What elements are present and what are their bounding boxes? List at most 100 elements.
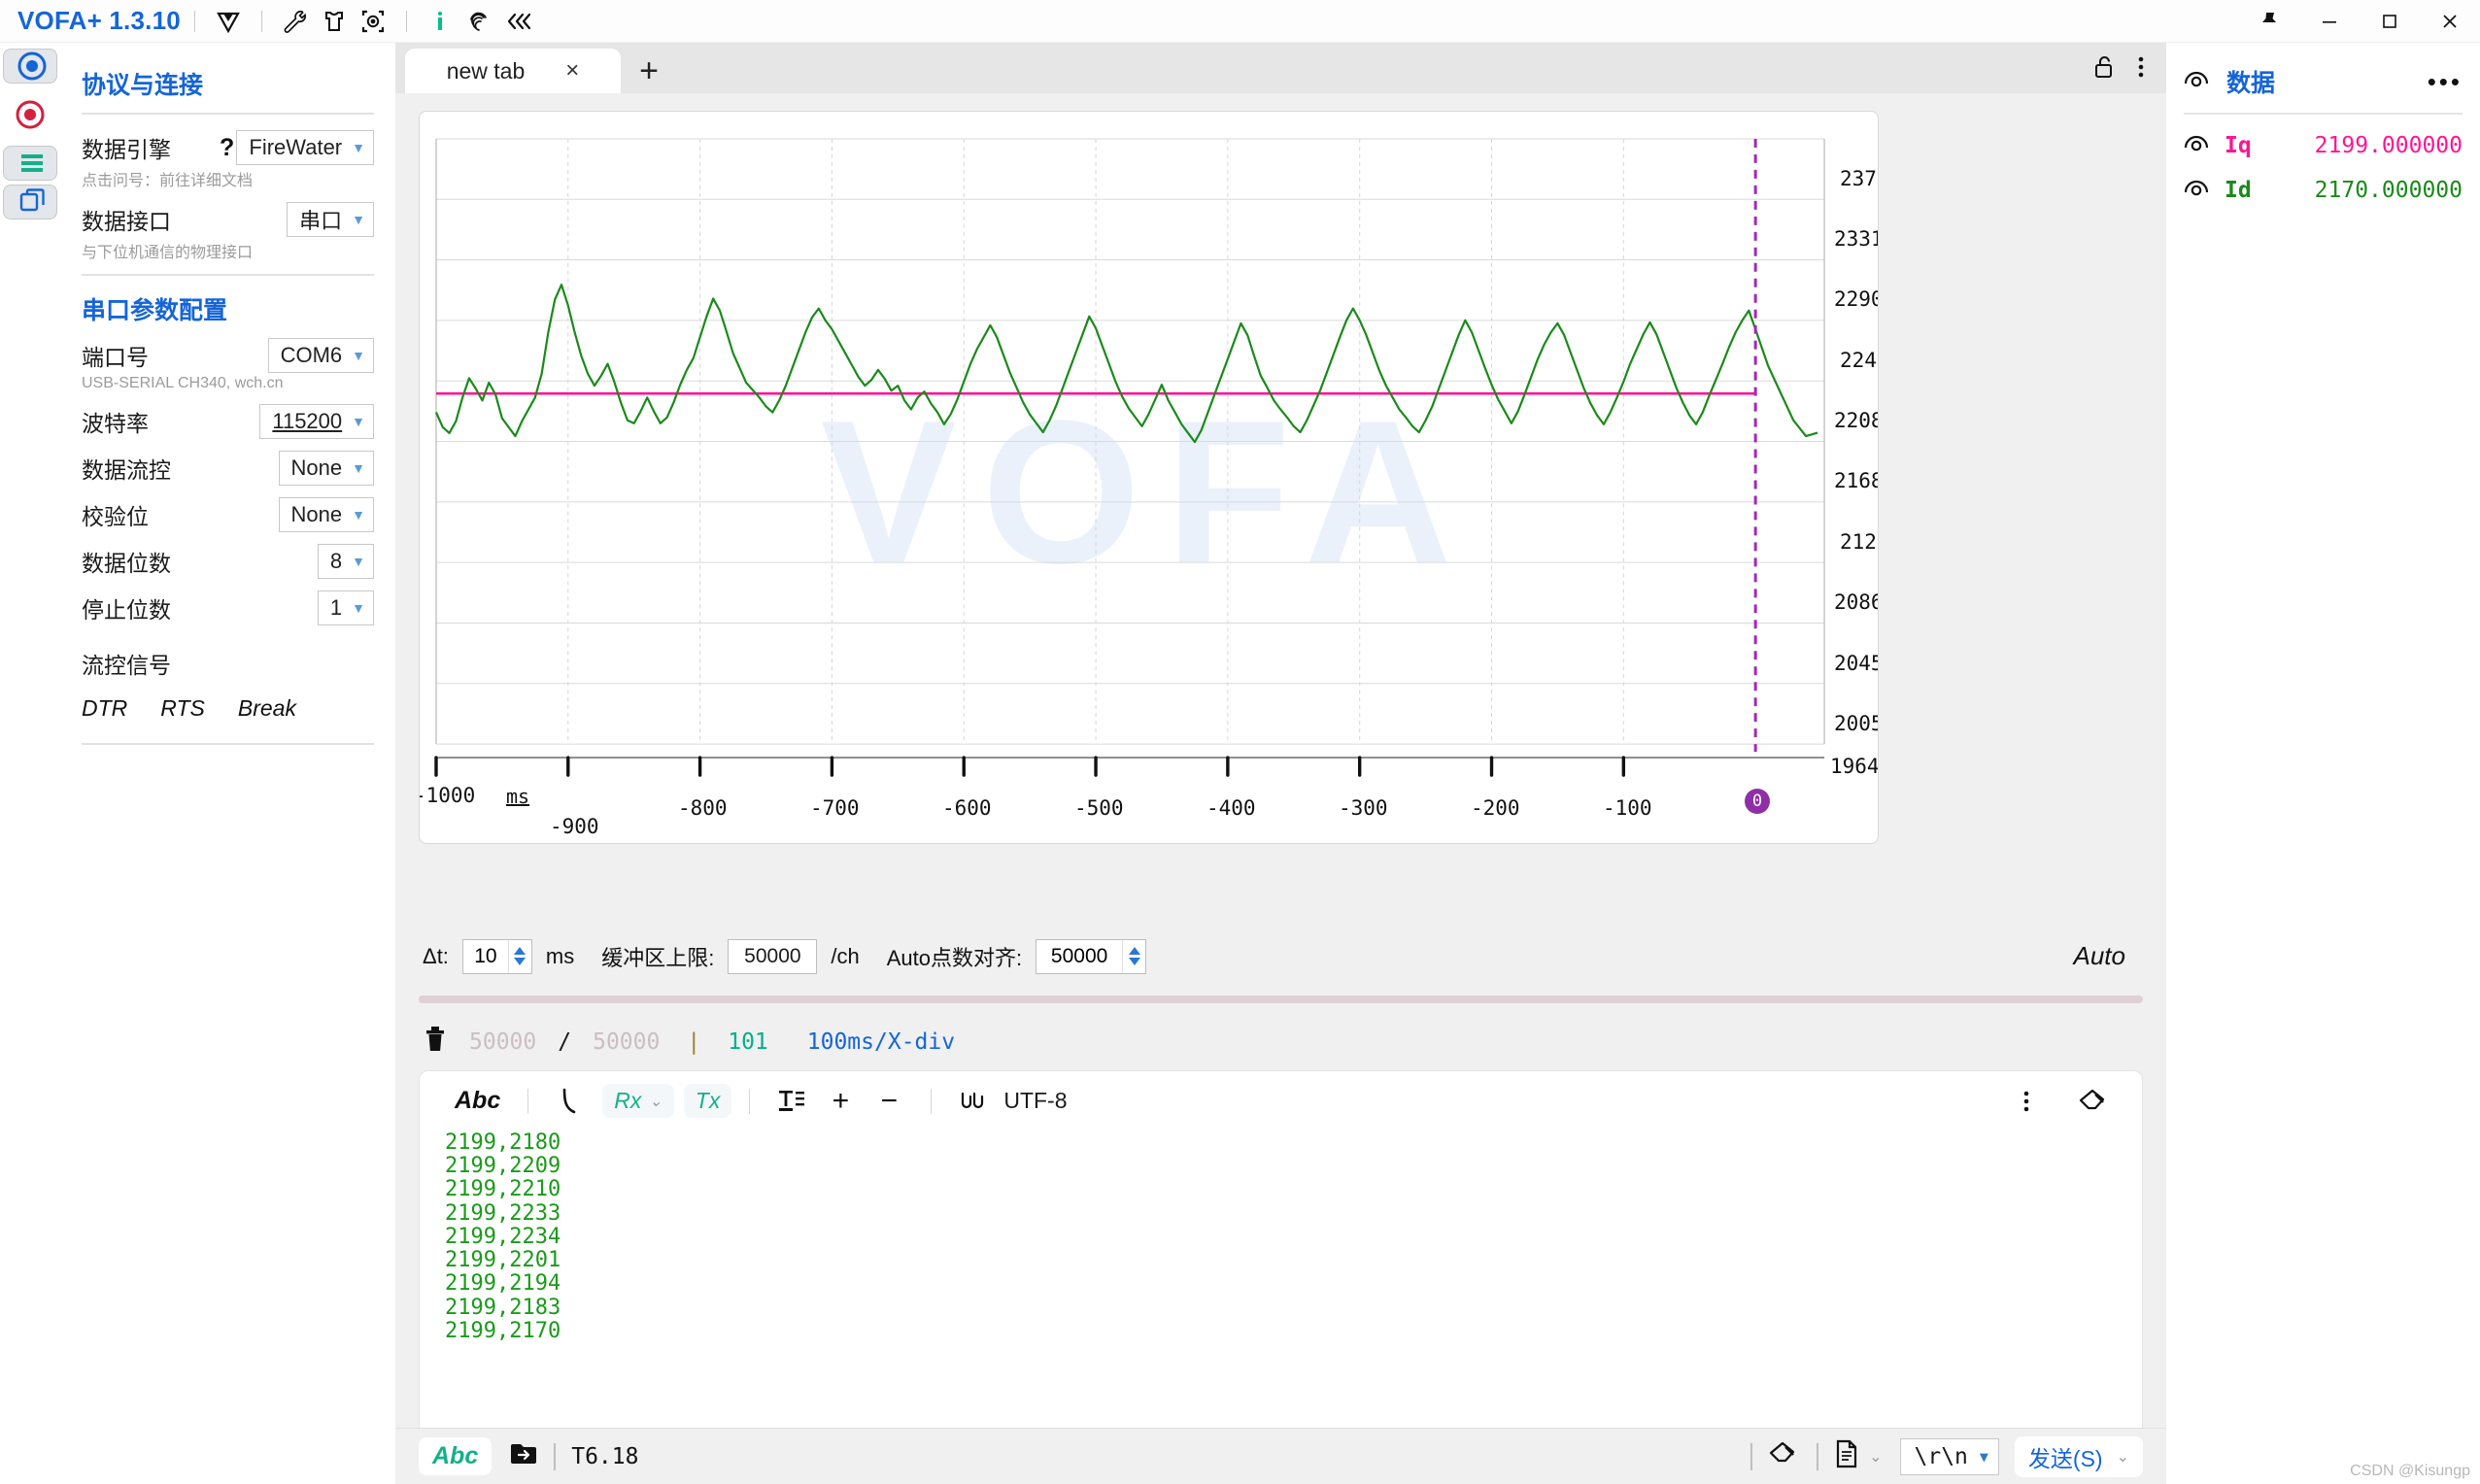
rts-button[interactable]: RTS — [160, 695, 205, 722]
buffer-unit: /ch — [831, 944, 859, 969]
data-panel: 数据 ••• Iq 2199.000000 Id 2170.000000 — [2166, 43, 2480, 1484]
field-flow-control: 数据流控 None ▼ — [82, 451, 374, 486]
flow-control-value: None — [291, 455, 343, 481]
tx-toggle[interactable]: Tx — [684, 1084, 732, 1118]
vofa-logo-icon[interactable] — [209, 6, 248, 37]
y-tick-label: 1964.407 — [1830, 755, 1879, 778]
timebase-label[interactable]: 100ms/X-div — [807, 1029, 955, 1055]
zoom-out-button[interactable]: − — [865, 1080, 913, 1123]
close-icon[interactable] — [2420, 0, 2480, 43]
stepper-arrows[interactable] — [1122, 940, 1145, 973]
trash-icon[interactable] — [423, 1025, 448, 1060]
cursor-position-badge[interactable]: 0 — [1745, 789, 1770, 814]
close-icon[interactable]: × — [565, 57, 579, 84]
rx-toggle[interactable]: Rx ⌄ — [602, 1084, 674, 1118]
data-row-id[interactable]: Id 2170.000000 — [2184, 177, 2463, 204]
divider — [749, 1089, 750, 1114]
tab-label: new tab — [447, 58, 526, 84]
document-icon[interactable] — [1834, 1439, 1859, 1474]
pin-icon[interactable] — [2239, 0, 2299, 43]
watermark-note: CSDN @Kisungp — [2350, 1463, 2470, 1480]
info-icon[interactable] — [421, 6, 459, 37]
add-tab-button[interactable]: + — [621, 49, 677, 93]
more-vertical-icon[interactable] — [2002, 1080, 2051, 1123]
chevron-down-icon[interactable]: ⌄ — [2117, 1447, 2129, 1467]
plot-card[interactable]: VOFA — [419, 111, 1879, 844]
data-panel-title: 数据 — [2226, 64, 2275, 99]
chevron-up-icon[interactable] — [1129, 947, 1140, 955]
wave-icon[interactable] — [949, 1080, 998, 1123]
sidebar-item-list[interactable] — [3, 146, 57, 181]
divider — [82, 113, 374, 115]
x-tick-label: -300 — [1339, 796, 1388, 820]
flow-control-select[interactable]: None ▼ — [279, 451, 374, 486]
send-font-button[interactable]: Abc — [419, 1437, 492, 1475]
data-engine-select[interactable]: FireWater ▼ — [236, 130, 374, 165]
chevron-down-icon[interactable]: ⌄ — [1869, 1447, 1882, 1467]
unlock-icon[interactable] — [2092, 54, 2116, 85]
databits-select[interactable]: 8 ▼ — [318, 544, 374, 579]
timeline-scrollbar[interactable] — [395, 985, 2166, 1014]
align-label: Auto点数对齐: — [887, 941, 1022, 972]
shirt-icon[interactable] — [315, 6, 354, 37]
align-stepper[interactable] — [1036, 939, 1146, 974]
eraser-icon[interactable] — [2068, 1080, 2117, 1123]
chevron-down-icon[interactable] — [514, 958, 526, 965]
divider — [931, 1089, 932, 1114]
eye-icon[interactable] — [2184, 68, 2209, 95]
zoom-in-button[interactable]: + — [816, 1080, 865, 1123]
more-vertical-icon[interactable] — [2137, 54, 2145, 85]
font-abc-button[interactable]: Abc — [445, 1085, 510, 1117]
terminal-line: 2199,2210 — [445, 1178, 2117, 1201]
data-row-iq[interactable]: Iq 2199.000000 — [2184, 132, 2463, 159]
eye-icon[interactable] — [2184, 177, 2209, 204]
settings-panel: 协议与连接 数据引擎 ? FireWater ▼ 点击问号：前往详细文档 数据接… — [60, 43, 395, 1484]
dt-stepper[interactable] — [462, 939, 532, 974]
eye-icon[interactable] — [2184, 132, 2209, 159]
tabstrip-actions — [2092, 54, 2166, 93]
maximize-icon[interactable] — [2360, 0, 2420, 43]
sidebar-item-widgets[interactable] — [3, 185, 57, 219]
x-tick-label: -800 — [678, 796, 728, 820]
chevron-down-icon[interactable] — [1129, 958, 1140, 965]
tab-new-tab[interactable]: new tab × — [405, 49, 621, 93]
send-input[interactable]: T6.18 — [571, 1444, 638, 1469]
dtr-button[interactable]: DTR — [82, 695, 127, 722]
point-count: 101 — [728, 1029, 768, 1055]
divider — [1750, 1443, 1752, 1470]
break-button[interactable]: Break — [238, 695, 296, 722]
collapse-left-icon[interactable] — [498, 6, 537, 37]
scrollbar-track[interactable] — [419, 995, 2143, 1003]
auto-label[interactable]: Auto — [2074, 941, 2140, 971]
eraser-icon[interactable] — [1768, 1440, 1797, 1473]
fingerprint-icon[interactable] — [459, 6, 498, 37]
encoding-label[interactable]: UTF-8 — [1003, 1088, 1067, 1114]
data-row-name: Iq — [2225, 133, 2252, 158]
count-current: 50000 — [469, 1029, 536, 1055]
parity-select[interactable]: None ▼ — [279, 497, 374, 532]
hook-icon[interactable] — [546, 1080, 595, 1123]
text-format-icon[interactable] — [767, 1080, 816, 1123]
target-icon[interactable] — [354, 6, 392, 37]
send-button[interactable]: 发送(S) ⌄ — [2015, 1436, 2143, 1477]
y-tick-label: 2249.61 — [1840, 349, 1879, 372]
terminal-output[interactable]: 2199,2180 2199,2209 2199,2210 2199,2233 … — [420, 1131, 2142, 1428]
buffer-input[interactable]: 50000 — [728, 939, 817, 974]
stepper-arrows[interactable] — [508, 940, 531, 973]
count-total: 50000 — [593, 1029, 660, 1055]
chevron-up-icon[interactable] — [514, 947, 526, 955]
newline-select[interactable]: \r\n ▼ — [1900, 1438, 1999, 1475]
minimize-icon[interactable] — [2299, 0, 2360, 43]
baud-select[interactable]: 115200 ▼ — [259, 404, 374, 439]
stopbits-value: 1 — [330, 595, 342, 621]
help-icon[interactable]: ? — [198, 134, 234, 162]
sidebar-item-connection[interactable] — [3, 49, 57, 84]
more-horizontal-icon[interactable]: ••• — [2428, 75, 2463, 88]
data-interface-select[interactable]: 串口 ▼ — [287, 202, 374, 237]
port-select[interactable]: COM6 ▼ — [268, 338, 374, 373]
wrench-icon[interactable] — [276, 6, 315, 37]
divider — [1817, 1443, 1818, 1470]
sidebar-item-record[interactable] — [3, 87, 57, 142]
folder-send-icon[interactable] — [509, 1440, 538, 1473]
stopbits-select[interactable]: 1 ▼ — [318, 590, 374, 625]
